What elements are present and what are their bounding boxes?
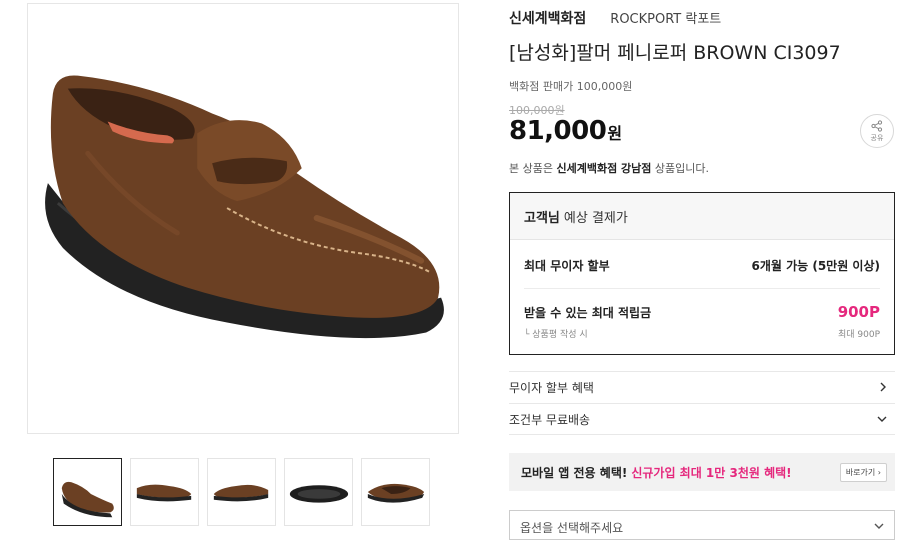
- thumbnail-1[interactable]: [53, 458, 122, 526]
- expected-payment-box: 고객님 예상 결제가 최대 무이자 할부 6개월 가능 (5만원 이상) 받을 …: [509, 192, 895, 355]
- thumbnail-2[interactable]: [130, 458, 199, 526]
- promo-go-button[interactable]: 바로가기 ›: [839, 462, 887, 482]
- thumbnail-5[interactable]: [361, 458, 430, 526]
- points-sub-label: └ 상품평 작성 시: [524, 330, 588, 340]
- promo-bold-text: 모바일 앱 전용 혜택!: [521, 465, 628, 480]
- share-button[interactable]: 공유: [860, 114, 894, 148]
- notice-store: 신세계백화점 강남점: [556, 162, 652, 175]
- points-row: 받을 수 있는 최대 적립금 900P: [524, 303, 880, 321]
- sale-price: 81,000원: [509, 116, 622, 146]
- main-product-image: [27, 3, 459, 434]
- option-select[interactable]: 옵션을 선택해주세요: [509, 510, 895, 540]
- sale-price-amount: 81,000: [509, 116, 607, 146]
- department-store-price: 백화점 판매가 100,000원: [509, 80, 633, 93]
- mobile-app-promo-banner[interactable]: 모바일 앱 전용 혜택! 신규가입 최대 1만 3천원 혜택! 바로가기 ›: [509, 453, 895, 491]
- free-shipping-label: 조건부 무료배송: [509, 412, 591, 427]
- interest-free-benefit-row[interactable]: 무이자 할부 혜택: [509, 371, 895, 403]
- chevron-down-icon: [874, 519, 884, 539]
- payment-head-bold: 고객님: [524, 210, 560, 226]
- share-icon: [871, 119, 883, 132]
- free-shipping-row[interactable]: 조건부 무료배송: [509, 403, 895, 435]
- product-title: [남성화]팔머 페니로퍼 BROWN CI3097: [509, 42, 841, 64]
- notice-prefix: 본 상품은: [509, 162, 557, 175]
- points-label: 받을 수 있는 최대 적립금: [524, 306, 652, 320]
- interest-free-label: 무이자 할부 혜택: [509, 381, 594, 395]
- brand-row: 신세계백화점 ROCKPORT 락포트: [509, 8, 721, 28]
- installment-label: 최대 무이자 할부: [524, 259, 610, 273]
- points-value: 900P: [837, 303, 880, 321]
- thumbnail-strip: [53, 458, 430, 526]
- chevron-down-icon: [877, 412, 887, 426]
- loafer-shoe-image: [45, 75, 444, 339]
- chevron-right-icon: [879, 381, 887, 395]
- brand-name-link[interactable]: ROCKPORT 락포트: [610, 8, 721, 27]
- payment-box-header: 고객님 예상 결제가: [510, 193, 894, 240]
- points-sub-row: └ 상품평 작성 시 최대 900P: [524, 327, 880, 340]
- store-notice: 본 상품은 신세계백화점 강남점 상품입니다.: [509, 160, 709, 176]
- option-select-placeholder: 옵션을 선택해주세요: [520, 521, 624, 535]
- notice-suffix: 상품입니다.: [651, 162, 709, 175]
- installment-row: 최대 무이자 할부 6개월 가능 (5만원 이상): [524, 257, 880, 274]
- sale-price-unit: 원: [607, 124, 622, 143]
- thumbnail-4[interactable]: [284, 458, 353, 526]
- points-sub-value: 최대 900P: [837, 330, 880, 340]
- promo-highlight-text: 신규가입 최대 1만 3천원 혜택!: [631, 465, 792, 480]
- store-name-link[interactable]: 신세계백화점: [509, 8, 586, 28]
- payment-head-rest: 예상 결제가: [563, 210, 628, 226]
- thumbnail-3[interactable]: [207, 458, 276, 526]
- share-label: 공유: [870, 133, 884, 142]
- installment-value: 6개월 가능 (5만원 이상): [751, 259, 880, 273]
- payment-divider: [524, 288, 880, 289]
